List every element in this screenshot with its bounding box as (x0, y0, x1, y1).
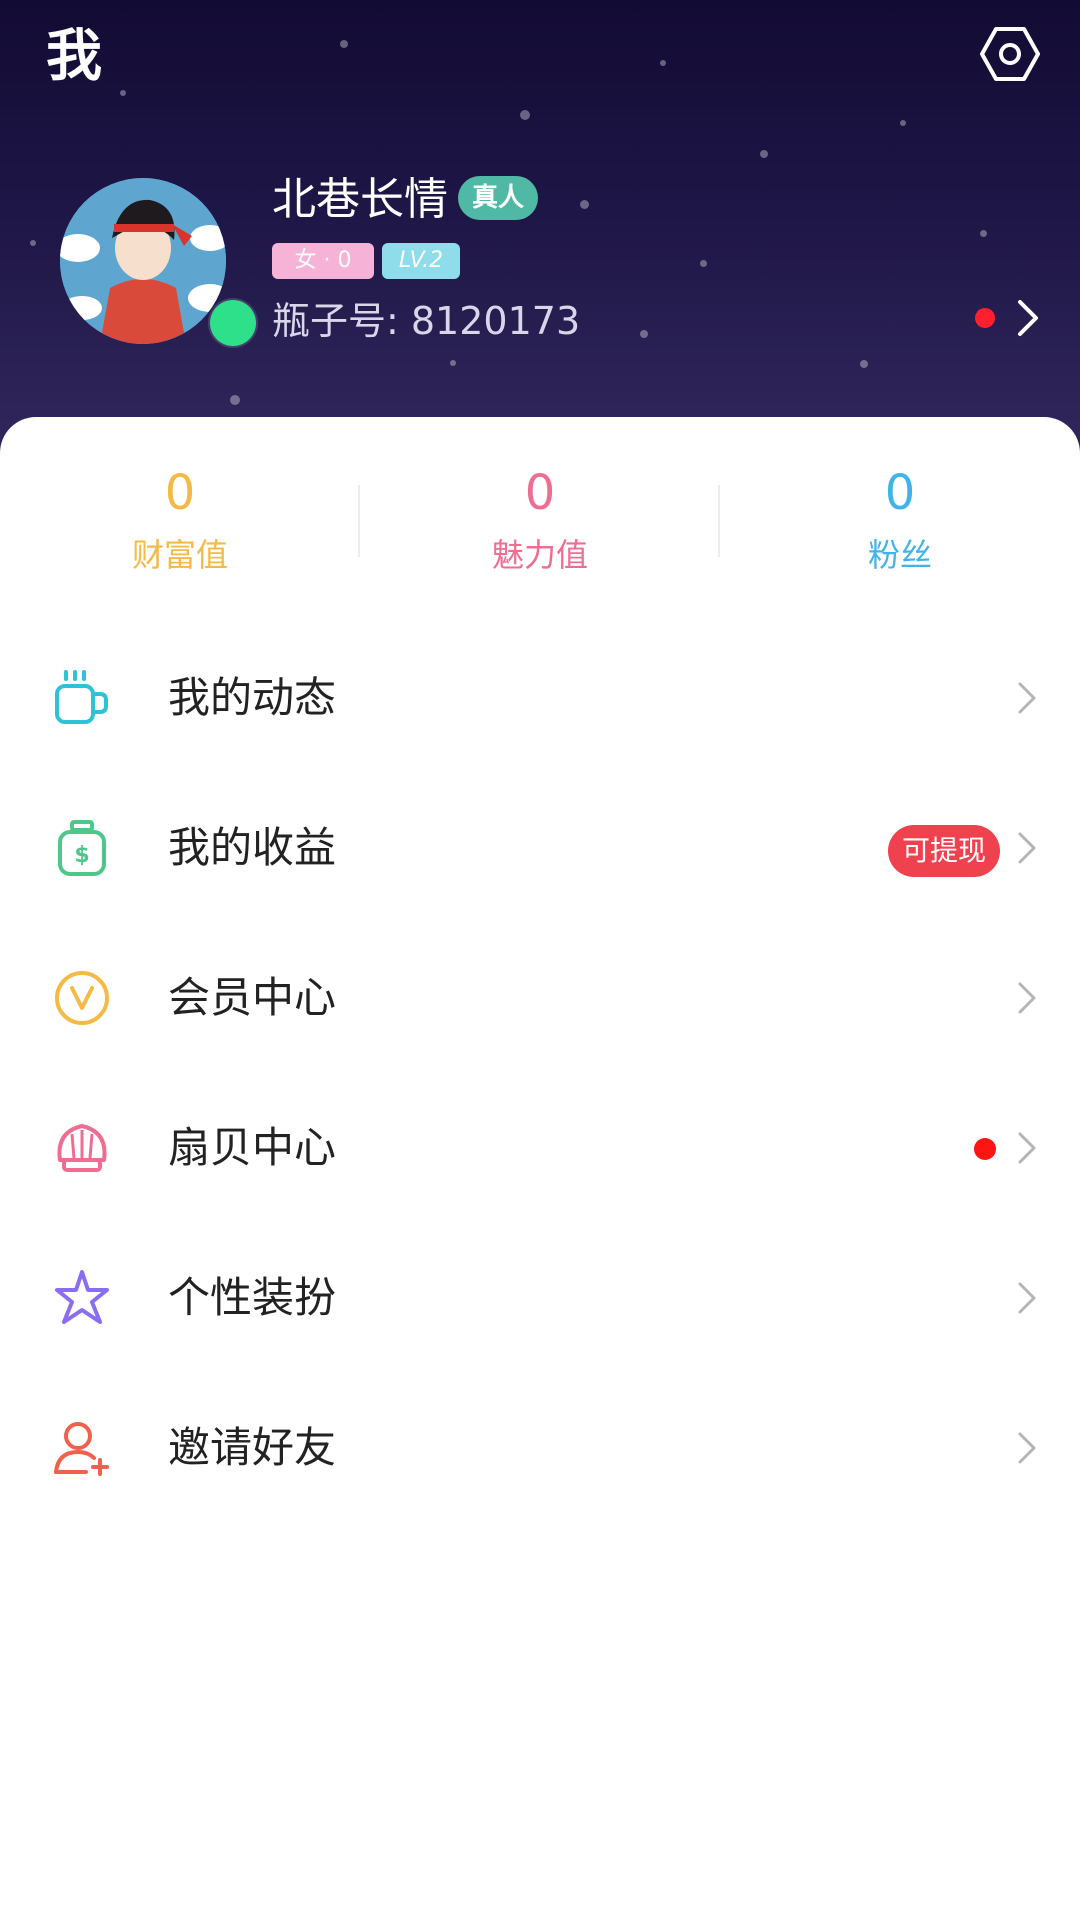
page-title: 我 (46, 24, 102, 89)
star-dot (900, 120, 906, 126)
avatar-illustration (60, 178, 226, 344)
profile-header: 我 北巷长情 真人 女 · 0 LV.2 瓶子号: 8120173 (0, 0, 1080, 470)
chevron-right-icon (1018, 832, 1036, 864)
star-dot (700, 260, 707, 267)
cup-icon (55, 670, 108, 724)
star-dot (520, 110, 530, 120)
stat-wealth[interactable]: 0 财富值 (0, 463, 360, 577)
star-dot (580, 200, 589, 209)
online-status-dot (210, 300, 256, 346)
chevron-right-icon (1018, 682, 1036, 714)
menu-item-label: 邀请好友 (168, 1423, 337, 1472)
menu-item-personalization[interactable]: 个性装扮 (0, 1223, 1080, 1373)
settings-hexagon-icon (980, 27, 1040, 81)
profile-detail-button[interactable] (1012, 298, 1042, 338)
chevron-right-icon (1018, 1432, 1036, 1464)
menu-item-invite-friends[interactable]: 邀请好友 (0, 1373, 1080, 1523)
star-dot (980, 230, 987, 237)
star-dot (120, 90, 126, 96)
star-dot (760, 150, 768, 158)
menu-item-my-earnings[interactable]: $ 我的收益 可提现 (0, 773, 1080, 923)
add-friend-icon (54, 1422, 109, 1476)
stat-wealth-label: 财富值 (131, 536, 228, 574)
stat-fans-value: 0 (884, 465, 916, 521)
notification-dot (974, 1138, 996, 1160)
vip-v-icon (55, 971, 109, 1025)
chevron-right-icon (1018, 1132, 1036, 1164)
star-dot (450, 360, 456, 366)
menu-item-shell-center[interactable]: 扇贝中心 (0, 1073, 1080, 1223)
menu-item-label: 个性装扮 (168, 1273, 337, 1322)
star-icon (55, 1270, 109, 1324)
bottle-id: 瓶子号: 8120173 (272, 299, 581, 343)
content-card: 0 财富值 0 魅力值 0 粉丝 我的动态 $ 我的收益 可提现 会员中心 扇贝… (0, 417, 1080, 1920)
chevron-right-icon (1018, 300, 1038, 336)
star-dot (30, 240, 36, 246)
star-dot (660, 60, 666, 66)
chevron-right-icon (1018, 1282, 1036, 1314)
avatar[interactable] (60, 178, 226, 344)
menu-item-label: 会员中心 (168, 973, 337, 1022)
star-dot (340, 40, 348, 48)
stat-fans-label: 粉丝 (867, 536, 932, 574)
shell-icon (57, 1124, 107, 1172)
chevron-right-icon (1018, 982, 1036, 1014)
stat-wealth-value: 0 (164, 465, 196, 521)
menu-item-label: 我的收益 (168, 823, 337, 872)
menu-item-my-posts[interactable]: 我的动态 (0, 623, 1080, 773)
stat-charm[interactable]: 0 魅力值 (360, 463, 720, 577)
stat-charm-label: 魅力值 (491, 536, 588, 574)
nickname: 北巷长情 (272, 174, 448, 225)
star-dot (860, 360, 868, 368)
stat-charm-value: 0 (524, 465, 556, 521)
gender-age-badge: 女 · 0 (272, 243, 374, 279)
settings-button[interactable] (978, 24, 1042, 84)
withdrawable-badge: 可提现 (888, 825, 1001, 877)
verified-badge: 真人 (458, 176, 539, 220)
svg-text:$: $ (74, 843, 89, 868)
stat-fans[interactable]: 0 粉丝 (720, 463, 1080, 577)
notification-dot (975, 308, 995, 328)
menu-item-vip-center[interactable]: 会员中心 (0, 923, 1080, 1073)
star-dot (640, 330, 648, 338)
level-badge: LV.2 (382, 243, 460, 279)
menu-item-label: 我的动态 (168, 673, 337, 722)
menu-item-label: 扇贝中心 (168, 1123, 337, 1172)
star-dot (230, 395, 240, 405)
money-bag-icon: $ (58, 820, 106, 876)
